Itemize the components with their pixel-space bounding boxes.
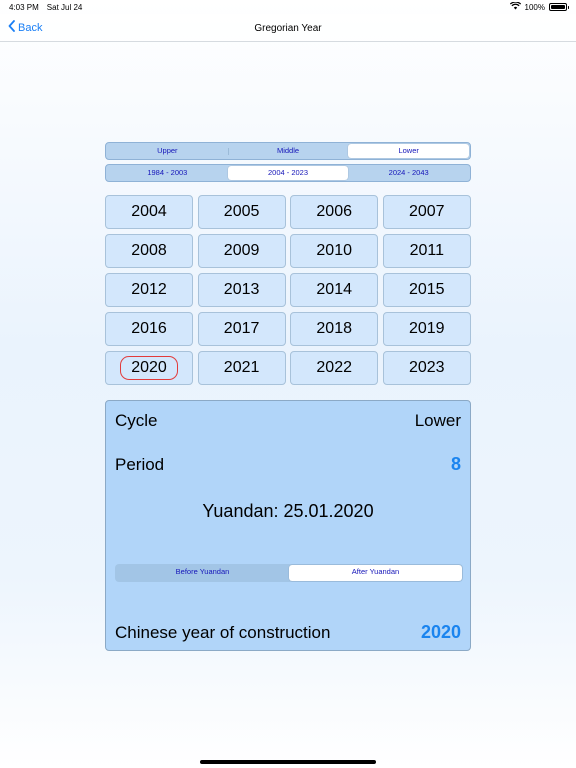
year-label: 2022 (316, 359, 352, 376)
year-label: 2021 (223, 359, 260, 376)
period-label: Period (115, 455, 165, 474)
segment-range-2024-2043[interactable]: 2024 - 2043 (348, 166, 469, 180)
year-button[interactable]: 2005 (197, 195, 286, 229)
year-label: 2011 (409, 242, 444, 259)
year-button[interactable]: 2023 (382, 351, 471, 385)
navigation-bar: Back Gregorian Year (0, 14, 576, 42)
cycle-row: Cycle Lower (115, 411, 461, 431)
year-button[interactable]: 2008 (105, 234, 193, 268)
year-button[interactable]: 2016 (105, 312, 193, 346)
home-indicator[interactable] (200, 760, 376, 764)
segment-before-yuandan[interactable]: Before Yuandan (116, 565, 289, 581)
construction-row: Chinese year of construction 2020 (115, 622, 461, 643)
status-time: 4:03 PM (9, 2, 39, 12)
year-label: 2007 (408, 203, 445, 220)
status-date: Sat Jul 24 (46, 2, 83, 12)
year-label: 2017 (223, 320, 260, 337)
year-label: 2019 (408, 320, 445, 337)
segment-middle[interactable]: Middle (227, 144, 349, 158)
period-value: 8 (450, 454, 461, 474)
yuandan-segmented-control: Before Yuandan After Yuandan (115, 564, 463, 582)
construction-label: Chinese year of construction (115, 623, 331, 642)
year-button[interactable]: 2012 (105, 273, 193, 307)
year-button[interactable]: 2015 (382, 273, 471, 307)
details-panel: Cycle Lower Period 8 Yuandan: 25.01.2020… (105, 400, 471, 651)
year-button[interactable]: 2021 (197, 351, 286, 385)
year-label: 2010 (316, 242, 352, 259)
year-grid: 2004 2005 2006 2007 2008 2009 2010 2011 … (105, 195, 471, 385)
battery-percent: 100% (524, 2, 545, 12)
year-label: 2023 (408, 359, 445, 376)
construction-value: 2020 (420, 622, 461, 642)
year-button[interactable]: 2011 (382, 234, 471, 268)
year-label: 2005 (223, 203, 260, 220)
year-button[interactable]: 2022 (290, 351, 379, 385)
yuandan-date: Yuandan: 25.01.2020 (202, 501, 374, 521)
year-button[interactable]: 2009 (197, 234, 286, 268)
status-bar: 4:03 PM Sat Jul 24 100% (0, 0, 576, 14)
cycle-value: Lower (414, 411, 461, 430)
cycle-label: Cycle (115, 411, 158, 430)
year-button[interactable]: 2010 (290, 234, 379, 268)
year-label: 2004 (131, 203, 167, 220)
segment-after-yuandan[interactable]: After Yuandan (289, 565, 462, 581)
year-button[interactable]: 2020 (105, 351, 193, 385)
range-segmented-control: 1984 - 2003 2004 - 2023 2024 - 2043 (105, 164, 471, 182)
segment-range-1984-2003[interactable]: 1984 - 2003 (107, 166, 228, 180)
segment-upper[interactable]: Upper (107, 144, 228, 158)
year-label: 2009 (223, 242, 260, 259)
year-label: 2012 (131, 281, 167, 298)
wifi-icon (509, 1, 521, 12)
year-label: 2008 (131, 242, 167, 259)
year-button[interactable]: 2017 (197, 312, 286, 346)
year-button[interactable]: 2014 (290, 273, 379, 307)
period-row: Period 8 (115, 454, 461, 475)
year-button[interactable]: 2019 (382, 312, 471, 346)
segment-lower[interactable]: Lower (348, 144, 470, 158)
year-button[interactable]: 2006 (290, 195, 379, 229)
year-label: 2016 (131, 320, 167, 337)
year-label: 2015 (408, 281, 445, 298)
year-label: 2018 (316, 320, 352, 337)
year-button[interactable]: 2004 (105, 195, 193, 229)
year-label: 2020 (120, 356, 178, 380)
year-label: 2013 (223, 281, 260, 298)
year-button[interactable]: 2013 (197, 273, 286, 307)
year-button[interactable]: 2007 (382, 195, 471, 229)
segment-range-2004-2023[interactable]: 2004 - 2023 (227, 166, 349, 180)
page-title: Gregorian Year (254, 23, 322, 34)
battery-icon (549, 3, 569, 11)
year-label: 2014 (316, 281, 352, 298)
year-button[interactable]: 2018 (290, 312, 379, 346)
year-label: 2006 (316, 203, 352, 220)
cycle-segmented-control: Upper Middle Lower (105, 142, 471, 160)
